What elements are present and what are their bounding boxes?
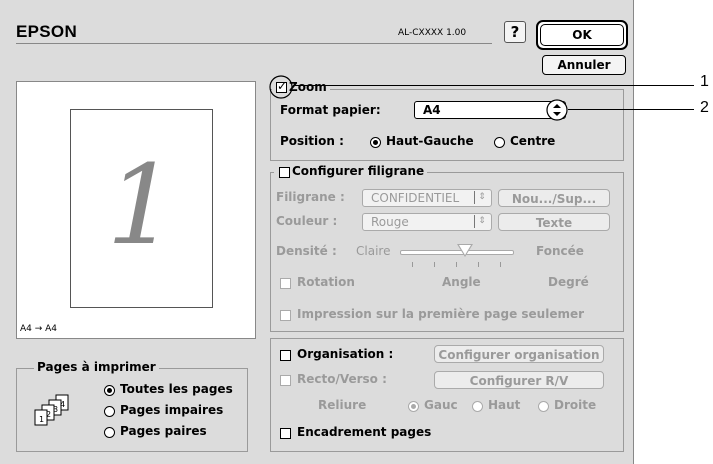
pages-to-print-title: Pages à imprimer — [34, 360, 159, 374]
callout-number-2: 2 — [700, 99, 709, 116]
icon-number-2: 2 — [46, 410, 52, 419]
radio-binding-top[interactable] — [472, 401, 483, 412]
ok-button[interactable]: OK — [536, 20, 628, 50]
organisation-label: Organisation : — [297, 347, 394, 361]
paper-format-select[interactable]: A4 — [414, 101, 566, 119]
duplex-checkbox[interactable] — [280, 375, 291, 386]
zoom-group — [270, 89, 624, 161]
slider-tick — [412, 262, 413, 267]
radio-center[interactable] — [494, 137, 505, 148]
printer-settings-dialog: EPSON AL-CXXXX 1.00 ? OK Annuler 1 A4 → … — [0, 0, 634, 464]
binding-label: Reliure — [318, 398, 367, 412]
watermark-select[interactable]: CONFIDENTIEL ⇕ — [362, 189, 492, 207]
organisation-checkbox[interactable] — [280, 350, 291, 361]
configure-duplex-button[interactable]: Configurer R/V — [434, 371, 604, 389]
help-button[interactable]: ? — [504, 21, 526, 43]
icon-number-3: 3 — [53, 405, 59, 414]
paper-format-value: A4 — [423, 103, 441, 117]
callout-line-2 — [568, 109, 694, 110]
color-value: Rouge — [371, 215, 409, 229]
paper-format-label: Format papier: — [280, 103, 381, 117]
watermark-value: CONFIDENTIEL — [371, 191, 460, 205]
rotation-label: Rotation — [297, 275, 355, 289]
radio-binding-left[interactable] — [408, 401, 419, 412]
callout-circle-2 — [546, 99, 568, 121]
density-label: Densité : — [276, 244, 337, 258]
slider-tick — [500, 262, 501, 267]
angle-label: Angle — [442, 275, 481, 289]
watermark-title: Configurer filigrane — [274, 164, 428, 178]
color-label: Couleur : — [276, 214, 338, 228]
duplex-label: Recto/Verso : — [297, 372, 387, 386]
density-low-label: Claire — [356, 244, 391, 258]
slider-tick — [478, 262, 479, 267]
cancel-button[interactable]: Annuler — [542, 55, 626, 75]
select-arrows-icon: ⇕ — [474, 215, 489, 228]
color-select[interactable]: Rouge ⇕ — [362, 213, 492, 231]
preview-page-number: 1 — [106, 141, 177, 269]
radio-even-pages[interactable] — [104, 427, 115, 438]
radio-top-left[interactable] — [370, 137, 381, 148]
new-delete-button[interactable]: Nou.../Sup... — [498, 189, 610, 207]
odd-pages-label: Pages impaires — [120, 403, 224, 417]
position-label: Position : — [280, 134, 344, 148]
top-left-label: Haut-Gauche — [386, 134, 474, 148]
model-label: AL-CXXXX 1.00 — [398, 28, 467, 38]
center-label: Centre — [510, 134, 556, 148]
even-pages-label: Pages paires — [120, 424, 207, 438]
ok-button-default-ring — [540, 24, 624, 46]
page-frame-label: Encadrement pages — [297, 425, 432, 439]
binding-right-label: Droite — [554, 398, 597, 412]
icon-number-1: 1 — [39, 415, 45, 424]
header-divider — [16, 43, 492, 44]
rotation-checkbox[interactable] — [280, 278, 291, 289]
density-high-label: Foncée — [536, 244, 584, 258]
epson-logo: EPSON — [16, 22, 78, 41]
preview-size-label: A4 → A4 — [20, 324, 58, 334]
text-button[interactable]: Texte — [498, 213, 610, 231]
slider-tick — [434, 262, 435, 267]
first-page-only-label: Impression sur la première page seulemer — [297, 307, 585, 321]
callout-line-1 — [293, 85, 694, 86]
configure-organisation-button[interactable]: Configurer organisation — [434, 345, 604, 363]
radio-all-pages[interactable] — [104, 385, 115, 396]
radio-odd-pages[interactable] — [104, 406, 115, 417]
all-pages-label: Toutes les pages — [120, 382, 233, 396]
select-arrows-icon: ⇕ — [474, 191, 489, 204]
degree-label: Degré — [548, 275, 589, 289]
watermark-checkbox[interactable] — [279, 167, 290, 178]
icon-number-4: 4 — [60, 400, 66, 409]
slider-tick — [456, 262, 457, 267]
watermark-label: Filigrane : — [276, 190, 345, 204]
radio-binding-right[interactable] — [538, 401, 549, 412]
density-slider-thumb[interactable] — [457, 244, 473, 257]
page-frame-checkbox[interactable] — [280, 428, 291, 439]
callout-circle-1 — [269, 75, 293, 99]
first-page-only-checkbox[interactable] — [280, 310, 291, 321]
binding-top-label: Haut — [488, 398, 521, 412]
binding-left-label: Gauc — [424, 398, 458, 412]
callout-number-1: 1 — [700, 73, 709, 90]
